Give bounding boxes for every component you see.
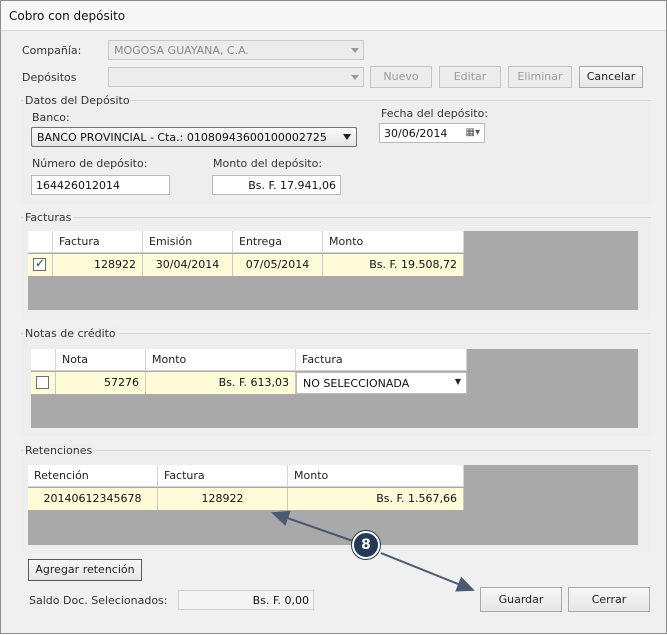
window: Cobro con depósito Compañía: MOGOSA GUAY… <box>0 0 667 634</box>
annotation-arrows <box>271 510 475 592</box>
arrow-to-guardar <box>380 552 475 592</box>
arrow-to-retencion <box>271 510 354 542</box>
callout-badge: 8 <box>352 531 380 559</box>
